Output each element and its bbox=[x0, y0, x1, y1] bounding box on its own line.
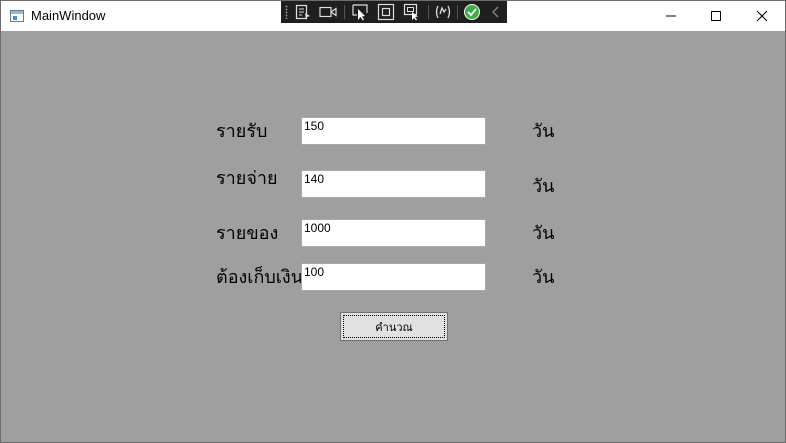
expense-unit-label: วัน bbox=[532, 176, 555, 197]
minimize-button[interactable] bbox=[648, 1, 694, 31]
savings-label: ต้องเก็บเงิน bbox=[216, 267, 304, 288]
maximize-button[interactable] bbox=[693, 1, 739, 31]
expense-label: รายจ่าย bbox=[216, 168, 278, 189]
video-record-icon[interactable] bbox=[319, 3, 337, 21]
client-area: รายรับ 150 วัน รายจ่าย 140 วัน รายของ 10… bbox=[1, 31, 785, 442]
close-icon bbox=[756, 10, 768, 22]
title-bar[interactable]: MainWindow bbox=[1, 1, 785, 31]
calculate-button[interactable]: คำนวณ bbox=[340, 312, 448, 341]
toolbar-grip-icon[interactable] bbox=[285, 5, 288, 19]
toolbar-separator bbox=[457, 5, 458, 19]
savings-unit-label: วัน bbox=[532, 267, 555, 288]
xaml-debug-toolbar bbox=[281, 1, 507, 23]
select-element-icon[interactable] bbox=[351, 3, 369, 21]
close-button[interactable] bbox=[739, 1, 785, 31]
savings-input[interactable]: 100 bbox=[301, 263, 486, 291]
calculate-button-label: คำนวณ bbox=[375, 320, 413, 334]
toolbar-separator bbox=[344, 5, 345, 19]
display-layout-adorners-icon[interactable] bbox=[377, 3, 395, 21]
collapse-chevron-icon[interactable] bbox=[487, 3, 505, 21]
hot-reload-icon[interactable] bbox=[434, 3, 452, 21]
main-window: MainWindow รายรับ 150 วัน รายจ่าย 140 วั… bbox=[0, 0, 786, 443]
item-input[interactable]: 1000 bbox=[301, 219, 486, 247]
maximize-icon bbox=[711, 11, 721, 21]
live-visual-tree-icon[interactable] bbox=[294, 3, 312, 21]
toolbar-separator bbox=[428, 5, 429, 19]
income-label: รายรับ bbox=[216, 121, 268, 142]
item-unit-label: วัน bbox=[532, 223, 555, 244]
minimize-icon bbox=[666, 15, 676, 17]
app-window-icon bbox=[10, 10, 24, 22]
window-title: MainWindow bbox=[31, 8, 106, 23]
expense-input[interactable]: 140 bbox=[301, 170, 486, 198]
binding-check-icon[interactable] bbox=[463, 3, 481, 21]
item-label: รายของ bbox=[216, 223, 279, 244]
income-unit-label: วัน bbox=[532, 121, 555, 142]
track-focus-icon[interactable] bbox=[403, 3, 421, 21]
income-input[interactable]: 150 bbox=[301, 117, 486, 145]
